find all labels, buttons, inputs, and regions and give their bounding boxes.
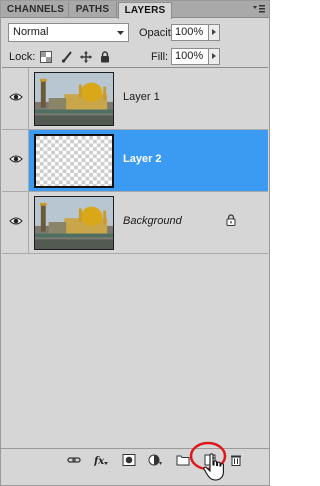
eye-icon bbox=[9, 93, 23, 101]
fill-input[interactable]: 100% bbox=[171, 48, 209, 65]
layer-style-fx-icon[interactable]: fx bbox=[94, 454, 108, 466]
lock-all-icon[interactable] bbox=[99, 51, 111, 63]
fill-label: Fill: bbox=[151, 51, 169, 63]
delete-layer-icon[interactable] bbox=[229, 454, 243, 466]
chevron-down-icon bbox=[117, 31, 124, 35]
layers-list: Layer 1 Layer 2 Background bbox=[2, 67, 268, 447]
layer-row-layer-1[interactable]: Layer 1 bbox=[2, 68, 268, 130]
tab-layers[interactable]: LAYERS bbox=[118, 2, 172, 19]
tab-bar: CHANNELS PATHS LAYERS bbox=[1, 1, 269, 19]
visibility-toggle[interactable] bbox=[2, 130, 29, 191]
visibility-toggle[interactable] bbox=[2, 192, 29, 253]
tab-channels[interactable]: CHANNELS bbox=[3, 2, 69, 18]
layer-name[interactable]: Layer 2 bbox=[123, 153, 162, 165]
opacity-input[interactable]: 100% bbox=[171, 24, 209, 41]
visibility-toggle[interactable] bbox=[2, 68, 29, 129]
add-mask-icon[interactable] bbox=[122, 454, 136, 466]
adjustment-layer-icon[interactable] bbox=[148, 454, 162, 466]
panel-menu-icon[interactable] bbox=[252, 3, 266, 16]
layer-row-background[interactable]: Background bbox=[2, 192, 268, 254]
layers-bottom-toolbar: fx bbox=[1, 448, 269, 470]
svg-text:fx: fx bbox=[94, 456, 105, 466]
link-layers-icon[interactable] bbox=[67, 454, 81, 466]
layer-thumbnail bbox=[34, 134, 114, 188]
layer-thumbnail bbox=[34, 72, 114, 126]
lock-image-pixels-icon[interactable] bbox=[61, 51, 73, 63]
layers-panel: CHANNELS PATHS LAYERS Normal Opacity: 10… bbox=[0, 0, 270, 486]
lock-icon bbox=[226, 214, 236, 226]
fill-slider-arrow[interactable] bbox=[209, 48, 220, 65]
lock-label: Lock: bbox=[9, 51, 36, 63]
blend-mode-value: Normal bbox=[13, 26, 49, 38]
layer-row-layer-2[interactable]: Layer 2 bbox=[2, 130, 268, 192]
tab-paths[interactable]: PATHS bbox=[69, 2, 117, 18]
eye-icon bbox=[9, 217, 23, 225]
hand-cursor-icon bbox=[203, 453, 224, 481]
lock-position-icon[interactable] bbox=[80, 51, 92, 63]
lock-transparent-pixels-icon[interactable] bbox=[40, 51, 52, 63]
eye-icon bbox=[9, 155, 23, 163]
opacity-slider-arrow[interactable] bbox=[209, 24, 220, 41]
layer-name[interactable]: Layer 1 bbox=[123, 91, 160, 103]
layer-thumbnail bbox=[34, 196, 114, 250]
layer-name[interactable]: Background bbox=[123, 215, 182, 227]
blend-mode-select[interactable]: Normal bbox=[8, 23, 129, 42]
